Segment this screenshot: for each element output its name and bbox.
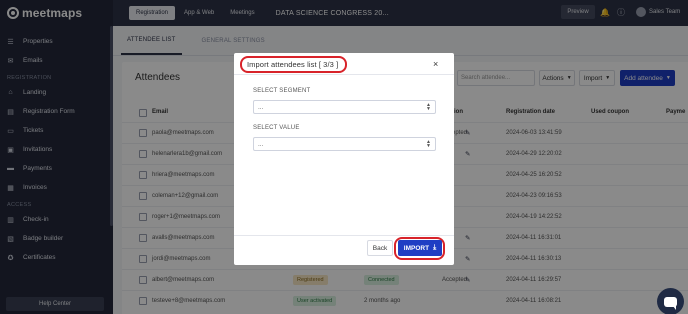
import-modal: Import attendees list [ 3/3 ] × SELECT S…: [234, 53, 454, 265]
value-select[interactable]: ... ▲ ▼: [253, 137, 436, 151]
modal-header: Import attendees list [ 3/3 ] ×: [234, 53, 454, 75]
segment-select[interactable]: ... ▲ ▼: [253, 100, 436, 114]
download-icon: ⤓: [433, 244, 437, 251]
divider: [234, 235, 454, 236]
value-value: ...: [258, 140, 264, 148]
chat-icon: [664, 296, 677, 310]
select-segment-label: SELECT SEGMENT: [253, 88, 311, 94]
close-icon[interactable]: ×: [433, 59, 438, 69]
back-button[interactable]: Back: [367, 240, 393, 256]
select-value-label: SELECT VALUE: [253, 125, 300, 131]
modal-title: Import attendees list [ 3/3 ]: [247, 60, 339, 69]
import-button[interactable]: IMPORT ⤓: [398, 240, 442, 256]
sort-arrows-icon: ▲ ▼: [426, 102, 431, 112]
segment-value: ...: [258, 103, 264, 111]
import-button-label: IMPORT: [403, 244, 430, 252]
chat-button[interactable]: [657, 288, 684, 314]
sort-arrows-icon: ▲ ▼: [426, 139, 431, 149]
